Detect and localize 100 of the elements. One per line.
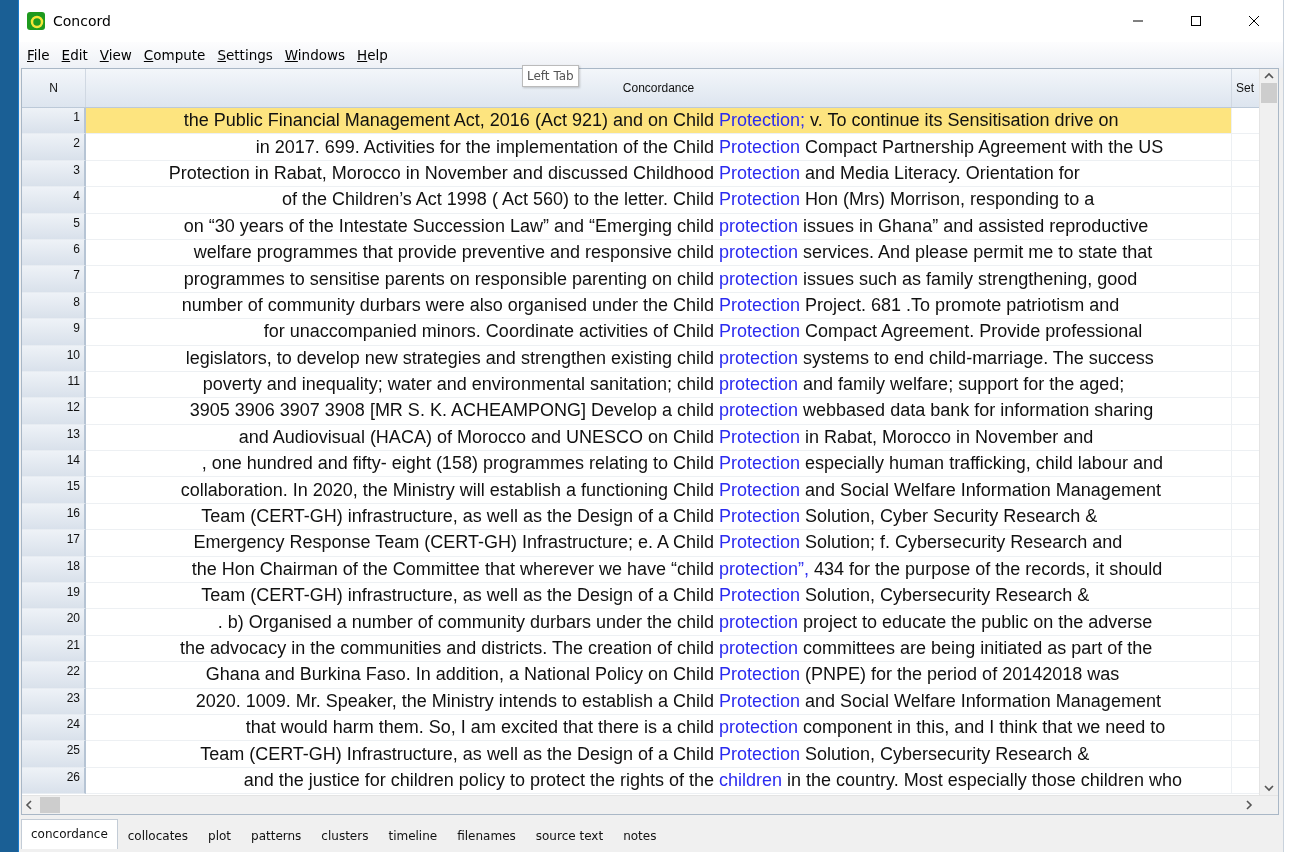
vertical-scrollbar[interactable] bbox=[1259, 69, 1278, 795]
concordance-line[interactable]: legislators, to develop new strategies and strengthen existing child protection systems to end child-marriage. The success bbox=[86, 345, 1231, 372]
row-number: 15 bbox=[22, 477, 86, 504]
tab[interactable]: timeline bbox=[378, 823, 448, 849]
table-cell bbox=[1231, 424, 1259, 452]
row-number: 22 bbox=[22, 662, 86, 689]
menu-item[interactable]: Compute bbox=[137, 45, 212, 65]
concordance-line[interactable]: Team (CERT-GH) Infrastructure, as well as the Design of a Child Protection Solution, Cybersecurity Research & bbox=[86, 741, 1231, 768]
menu-item[interactable]: Help bbox=[351, 45, 394, 65]
scroll-thumb[interactable] bbox=[1261, 83, 1277, 103]
menu-item[interactable]: Windows bbox=[278, 45, 352, 65]
window-title: Concord bbox=[53, 13, 111, 29]
concordance-line[interactable]: Protection in Rabat, Morocco in November and discussed Childhood Protection and Media Literacy. Orientation for bbox=[86, 160, 1231, 188]
table-cell bbox=[1231, 635, 1259, 663]
row-number: 20 bbox=[22, 609, 86, 636]
row-number: 12 bbox=[22, 398, 86, 425]
table-cell bbox=[1231, 398, 1259, 425]
table-cell bbox=[1231, 371, 1259, 399]
row-number: 19 bbox=[22, 583, 86, 610]
row-number: 14 bbox=[22, 451, 86, 478]
table-cell bbox=[1231, 767, 1259, 795]
tooltip: Left Tab bbox=[522, 65, 579, 87]
concordance-line[interactable]: poverty and inequality; water and environmental sanitation; child protection and family welfare; support for the aged; bbox=[86, 371, 1231, 399]
concordance-line[interactable]: programmes to sensitise parents on responsible parenting on child protection issues such as family strengthening, good bbox=[86, 266, 1231, 293]
table-cell bbox=[1231, 108, 1259, 135]
tab[interactable]: collocates bbox=[117, 823, 198, 849]
table-cell bbox=[1231, 503, 1259, 531]
menu-item[interactable]: Edit bbox=[55, 45, 94, 65]
concordance-line[interactable]: , one hundred and fifty- eight (158) programmes relating to Child Protection especially human trafficking, child labour and bbox=[86, 451, 1231, 478]
row-number: 5 bbox=[22, 213, 86, 240]
concordance-line[interactable]: for unaccompanied minors. Coordinate activities of Child Protection Compact Agreement. Provide professional bbox=[86, 319, 1231, 346]
row-number: 9 bbox=[22, 319, 86, 346]
row-number: 25 bbox=[22, 741, 86, 768]
table-cell bbox=[1231, 688, 1259, 715]
table-cell bbox=[1231, 213, 1259, 240]
table-cell bbox=[1231, 451, 1259, 478]
tab[interactable]: filenames bbox=[447, 823, 526, 849]
row-number: 17 bbox=[22, 530, 86, 557]
menu-item[interactable]: View bbox=[93, 45, 138, 65]
table-cell bbox=[1231, 266, 1259, 293]
table-cell bbox=[1231, 239, 1259, 267]
concordance-line[interactable]: collaboration. In 2020, the Ministry will establish a functioning Child Protection and Social Welfare Information Management bbox=[86, 477, 1231, 504]
concordance-line[interactable]: the Hon Chairman of the Committee that wherever we have “child protection”, 434 for the purpose of the records, it should bbox=[86, 556, 1231, 584]
tab[interactable]: concordance bbox=[21, 819, 118, 849]
column-header[interactable]: Concordance bbox=[622, 81, 695, 95]
table-cell bbox=[1231, 160, 1259, 188]
table-cell bbox=[1231, 292, 1259, 320]
row-number: 7 bbox=[22, 266, 86, 293]
table-cell bbox=[1231, 319, 1259, 346]
concordance-line[interactable]: Ghana and Burkina Faso. In addition, a National Policy on Child Protection (PNPE) for the period of 20142018 was bbox=[86, 662, 1231, 689]
row-number: 24 bbox=[22, 715, 86, 742]
concordance-line[interactable]: in 2017. 699. Activities for the implementation of the Child Protection Compact Partnership Agreement with the US bbox=[86, 134, 1231, 161]
row-number: 26 bbox=[22, 767, 86, 795]
close-icon bbox=[1248, 15, 1260, 27]
concordance-line[interactable]: Team (CERT-GH) infrastructure, as well as the Design of a Child Protection Solution, Cybersecurity Research & bbox=[86, 583, 1231, 610]
concordance-line[interactable]: on “30 years of the Intestate Succession Law” and “Emerging child protection issues in Ghana” and assisted reproductive bbox=[86, 213, 1231, 240]
row-number: 10 bbox=[22, 345, 86, 372]
tab[interactable]: clusters bbox=[311, 823, 379, 849]
concordance-line[interactable]: number of community durbars were also organised under the Child Protection Project. 681 .To promote patriotism and bbox=[86, 292, 1231, 320]
row-number: 23 bbox=[22, 688, 86, 715]
concordance-line[interactable]: that would harm them. So, I am excited that there is a child protection component in this, and I think that we need to bbox=[86, 715, 1231, 742]
scroll-thumb[interactable] bbox=[40, 797, 60, 813]
row-number: 11 bbox=[22, 371, 86, 399]
tab[interactable]: source text bbox=[525, 823, 614, 849]
app-icon bbox=[27, 12, 45, 30]
concordance-line[interactable]: the advocacy in the communities and districts. The creation of child protection committees are being initiated as part of the bbox=[86, 635, 1231, 663]
table-cell bbox=[1231, 345, 1259, 372]
concordance-line[interactable]: 3905 3906 3907 3908 [MR S. K. ACHEAMPONG] Develop a child protection webbased data bank for information sharing bbox=[86, 398, 1231, 425]
concordance-line[interactable]: . b) Organised a number of community durbars under the child protection project to educate the public on the adverse bbox=[86, 609, 1231, 636]
row-number: 6 bbox=[22, 239, 86, 267]
table-cell bbox=[1231, 715, 1259, 742]
row-number: 2 bbox=[22, 134, 86, 161]
tab[interactable]: patterns bbox=[241, 823, 312, 849]
table-cell bbox=[1231, 609, 1259, 636]
row-number: 4 bbox=[22, 187, 86, 214]
concordance-line[interactable]: and the justice for children policy to protect the rights of the children in the country. Most especially those children who bbox=[86, 767, 1231, 795]
row-number: 8 bbox=[22, 292, 86, 320]
column-header[interactable]: N bbox=[22, 69, 86, 107]
menu-item[interactable]: Settings bbox=[211, 45, 279, 65]
maximize-icon bbox=[1190, 15, 1202, 27]
row-number: 1 bbox=[22, 108, 86, 135]
table-cell bbox=[1231, 556, 1259, 584]
concordance-line[interactable]: 2020. 1009. Mr. Speaker, the Ministry intends to establish a Child Protection and Social Welfare Information Management bbox=[86, 688, 1231, 715]
horizontal-scrollbar[interactable] bbox=[22, 795, 1278, 814]
table-cell bbox=[1231, 583, 1259, 610]
concordance-line[interactable]: welfare programmes that provide preventive and responsive child protection services. And please permit me to state that bbox=[86, 239, 1231, 267]
concordance-line[interactable]: and Audiovisual (HACA) of Morocco and UNESCO on Child Protection in Rabat, Morocco in November and bbox=[86, 424, 1231, 452]
row-number: 18 bbox=[22, 556, 86, 584]
tab[interactable]: plot bbox=[198, 823, 241, 849]
table-cell bbox=[1231, 662, 1259, 689]
table-cell bbox=[1231, 187, 1259, 214]
tab[interactable]: notes bbox=[613, 823, 667, 849]
table-cell bbox=[1231, 477, 1259, 504]
concordance-line[interactable]: Emergency Response Team (CERT-GH) Infrastructure; e. A Child Protection Solution; f. Cybersecurity Research and bbox=[86, 530, 1231, 557]
concordance-line[interactable]: of the Children’s Act 1998 ( Act 560) to the letter. Child Protection Hon (Mrs) Morrison, responding to a bbox=[86, 187, 1231, 214]
menu-item[interactable]: File bbox=[21, 45, 56, 65]
concordance-line[interactable]: Team (CERT-GH) infrastructure, as well as the Design of a Child Protection Solution, Cyber Security Research & bbox=[86, 503, 1231, 531]
table-cell bbox=[1231, 530, 1259, 557]
row-number: 21 bbox=[22, 635, 86, 663]
row-number: 3 bbox=[22, 160, 86, 188]
